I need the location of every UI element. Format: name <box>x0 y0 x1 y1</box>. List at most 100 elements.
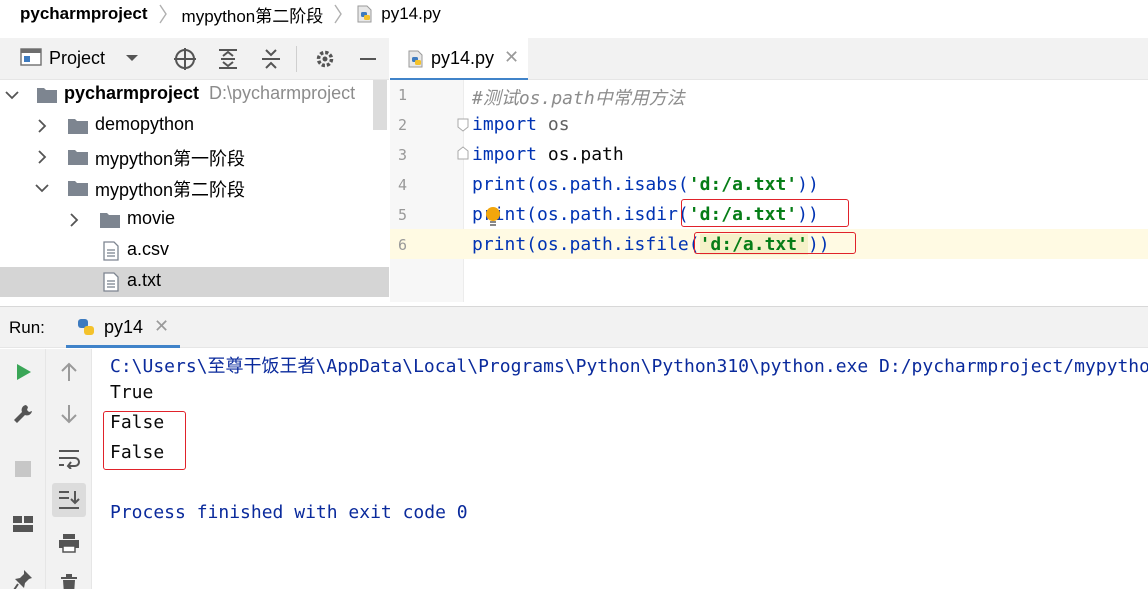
project-toolwindow-header: Project <box>0 38 389 80</box>
chevron-right-icon <box>158 3 168 25</box>
stop-icon[interactable] <box>6 452 40 486</box>
module-token: os <box>537 114 570 135</box>
tab-label: py14.py <box>431 48 495 68</box>
console-command-line: C:\Users\至尊干饭王者\AppData\Local\Programs\P… <box>110 356 1148 377</box>
chevron-right-icon[interactable] <box>34 118 50 134</box>
code-line-3: import os.path <box>472 144 624 165</box>
breadcrumb: pycharmproject mypython第二阶段 py14.py <box>0 0 1148 28</box>
gear-icon[interactable] <box>312 46 338 72</box>
folder-icon <box>37 88 57 103</box>
tree-item-a-csv[interactable]: a.csv <box>0 236 389 266</box>
project-view-title[interactable]: Project <box>49 48 105 69</box>
python-file-icon <box>408 50 423 68</box>
soft-wrap-icon[interactable] <box>52 441 86 475</box>
arrow-down-icon[interactable] <box>52 397 86 431</box>
layout-icon[interactable] <box>6 507 40 541</box>
toolbar-divider <box>296 46 297 72</box>
line-number: 4 <box>398 176 408 194</box>
string-token: 'd:/a.txt' <box>688 174 798 195</box>
tab-py14[interactable]: py14.py ✕ <box>390 38 528 81</box>
python-file-icon <box>357 5 372 23</box>
tree-item-demopython[interactable]: demopython <box>0 111 389 141</box>
breadcrumb-file[interactable]: py14.py <box>343 0 441 28</box>
wrench-icon[interactable] <box>6 397 40 431</box>
folder-icon <box>68 119 88 134</box>
run-tab-label: py14 <box>104 317 144 337</box>
console-output-line: True <box>110 382 154 403</box>
close-icon[interactable]: ✕ <box>154 316 169 337</box>
run-toolbar-primary <box>0 349 46 589</box>
tree-item-mypython-stage1[interactable]: mypython第一阶段 <box>0 142 389 172</box>
folder-icon <box>100 213 120 228</box>
comment-token: #测试os.path中常用方法 <box>472 88 685 109</box>
chevron-down-icon[interactable] <box>4 87 20 103</box>
highlight-box <box>694 232 856 254</box>
tree-item-label: demopython <box>95 114 195 134</box>
arrow-up-icon[interactable] <box>52 355 86 389</box>
pin-icon[interactable] <box>6 563 40 589</box>
project-tree: pycharmproject D:\pycharmproject demopyth… <box>0 80 389 302</box>
code-line-2: import os <box>472 114 570 135</box>
print-icon[interactable] <box>52 526 86 560</box>
tree-item-movie[interactable]: movie <box>0 205 389 235</box>
minimize-icon[interactable] <box>355 46 381 72</box>
tree-item-label: pycharmproject D:\pycharmproject <box>64 83 356 103</box>
chevron-right-icon[interactable] <box>66 212 82 228</box>
breadcrumb-folder[interactable]: mypython第二阶段 <box>168 0 324 28</box>
tree-item-pycharmproject[interactable]: pycharmproject D:\pycharmproject <box>0 80 389 110</box>
chevron-down-icon[interactable] <box>124 46 140 75</box>
line-number: 5 <box>398 206 408 224</box>
breadcrumb-file-label: py14.py <box>381 4 441 23</box>
breadcrumb-project[interactable]: pycharmproject <box>0 0 148 28</box>
tree-item-label: a.txt <box>127 270 162 290</box>
python-icon <box>78 319 94 335</box>
line-number: 1 <box>398 86 408 104</box>
run-tab-py14[interactable]: py14 ✕ <box>66 307 180 348</box>
text-file-icon <box>103 272 119 292</box>
rerun-icon[interactable] <box>6 355 40 389</box>
line-number: 6 <box>398 236 408 254</box>
fold-marker-icon[interactable] <box>457 146 469 160</box>
keyword-token: import <box>472 114 538 135</box>
chevron-down-icon[interactable] <box>34 180 50 196</box>
collapse-all-icon[interactable] <box>258 46 284 72</box>
code-line-4: print(os.path.isabs('d:/a.txt')) <box>472 174 819 195</box>
tree-item-a-txt[interactable]: a.txt <box>0 267 389 297</box>
keyword-token: import <box>472 144 538 165</box>
lightbulb-icon[interactable] <box>485 206 501 230</box>
call-token: print(os.path.isabs( <box>472 174 689 195</box>
tree-item-mypython-stage2[interactable]: mypython第二阶段 <box>0 173 389 203</box>
tree-item-label: movie <box>127 208 176 228</box>
highlight-box <box>103 411 186 470</box>
scroll-to-end-icon[interactable] <box>52 483 86 517</box>
run-console[interactable]: C:\Users\至尊干饭王者\AppData\Local\Programs\P… <box>92 349 1148 589</box>
folder-icon <box>68 150 88 165</box>
call-token: print(os.path.isfile( <box>472 234 700 255</box>
breadcrumb-project-label: pycharmproject <box>20 4 148 23</box>
breadcrumb-folder-label: mypython第二阶段 <box>181 6 324 26</box>
text-file-icon <box>103 241 119 261</box>
run-label: Run: <box>9 318 45 337</box>
module-token: os.path <box>537 144 624 165</box>
editor-tab-bar: py14.py ✕ <box>390 38 1148 81</box>
console-exit-message: Process finished with exit code 0 <box>110 502 468 523</box>
code-line-1: #测试os.path中常用方法 <box>472 84 685 110</box>
run-toolwindow-header: Run: py14 ✕ <box>0 306 1148 348</box>
paren-token: )) <box>797 174 819 195</box>
fold-marker-icon[interactable] <box>457 118 469 132</box>
tree-item-label: a.csv <box>127 239 170 259</box>
close-icon[interactable]: ✕ <box>504 47 519 68</box>
expand-all-icon[interactable] <box>215 46 241 72</box>
folder-icon <box>68 181 88 196</box>
call-token: print(os.path.isdir( <box>472 204 689 225</box>
tree-item-path: D:\pycharmproject <box>209 83 356 103</box>
project-view-icon <box>20 48 42 66</box>
line-number: 2 <box>398 116 408 134</box>
chevron-right-icon[interactable] <box>34 149 50 165</box>
chevron-right-icon <box>333 3 343 25</box>
locate-target-icon[interactable] <box>172 46 198 72</box>
tree-item-label: mypython第一阶段 <box>95 149 246 169</box>
active-tab-indicator <box>66 345 180 348</box>
tree-item-label: mypython第二阶段 <box>95 180 246 200</box>
trash-icon[interactable] <box>52 567 86 589</box>
